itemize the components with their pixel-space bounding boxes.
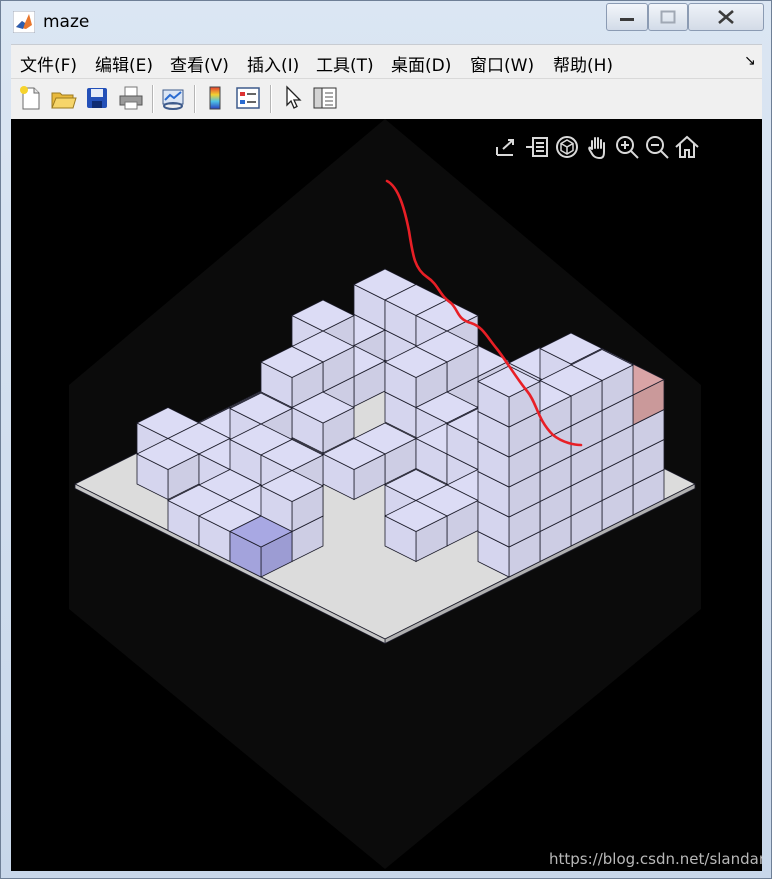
menu-window[interactable]: 窗口(W) [470,51,534,76]
menu-file[interactable]: 文件(F) [20,51,77,76]
matlab-figure-window: maze 文件(F) 编辑(E) 查看(V) 插入(I) 工具(T) 桌面(D)… [0,0,772,879]
rotate-3d-icon[interactable] [553,133,581,161]
toolbar-separator [194,85,196,113]
menu-insert[interactable]: 插入(I) [247,51,299,76]
close-button[interactable] [688,3,764,31]
figure-toolbar [11,78,762,120]
zoom-out-icon[interactable] [643,133,671,161]
open-file-icon[interactable] [49,84,77,112]
zoom-in-icon[interactable] [613,133,641,161]
title-bar[interactable]: maze [1,1,771,43]
export-icon[interactable] [493,133,521,161]
toolbar-separator [270,85,272,113]
matlab-logo-icon [13,11,35,33]
menu-help[interactable]: 帮助(H) [553,51,613,76]
brush-icon[interactable] [523,133,551,161]
maze-3d-axes[interactable] [11,119,762,871]
menu-edit[interactable]: 编辑(E) [95,51,153,76]
minimize-button[interactable] [606,3,648,31]
menu-view[interactable]: 查看(V) [170,51,229,76]
home-icon[interactable] [673,133,701,161]
new-figure-icon[interactable] [16,84,44,112]
menu-tools[interactable]: 工具(T) [316,51,374,76]
close-icon [718,10,734,24]
legend-icon[interactable] [234,84,262,112]
pan-icon[interactable] [583,133,611,161]
pointer-icon[interactable] [279,84,307,112]
save-icon[interactable] [83,84,111,112]
toolbar-separator [152,85,154,113]
print-icon[interactable] [117,84,145,112]
window-title: maze [43,12,90,32]
link-plot-icon[interactable] [159,84,187,112]
figure-canvas[interactable]: https://blog.csdn.net/slandarer [11,119,762,871]
maximize-button[interactable] [648,3,688,31]
menu-desktop[interactable]: 桌面(D) [391,51,451,76]
maximize-icon [660,10,676,24]
minimize-icon [620,18,634,21]
dock-arrow-icon[interactable]: ↘ [744,53,756,69]
property-inspector-icon[interactable] [311,84,339,112]
colorbar-icon[interactable] [201,84,229,112]
watermark-url: https://blog.csdn.net/slandarer [549,850,762,868]
menu-bar: 文件(F) 编辑(E) 查看(V) 插入(I) 工具(T) 桌面(D) 窗口(W… [11,44,762,79]
